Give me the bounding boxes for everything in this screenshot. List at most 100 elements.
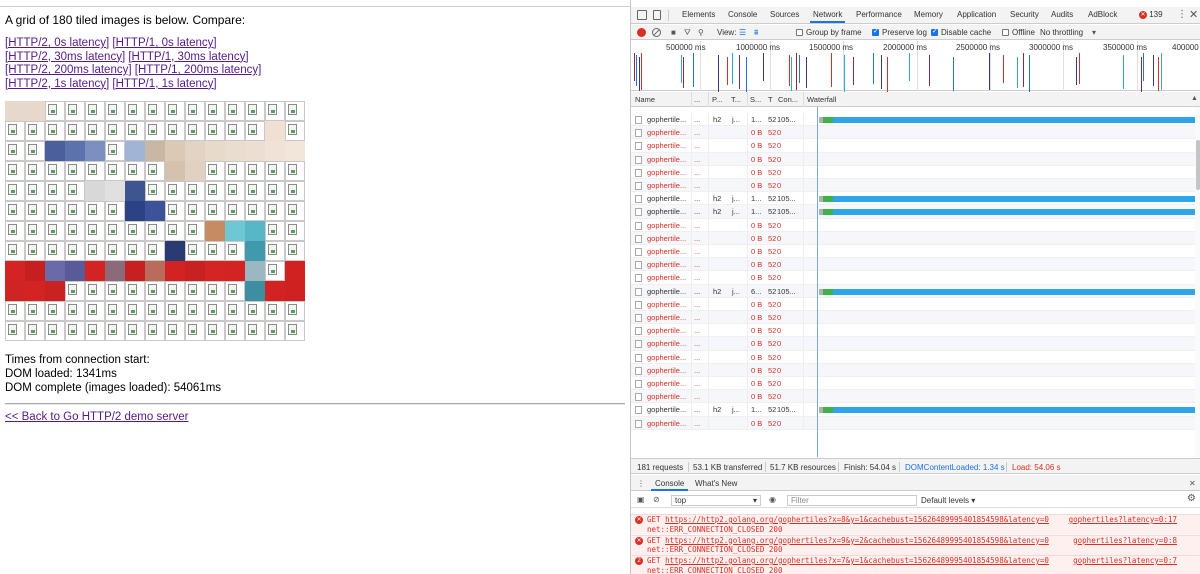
col-size[interactable]: S... bbox=[750, 95, 761, 104]
request-row[interactable]: gophertile...... h2 j... 1... 52 105... bbox=[631, 403, 1196, 417]
source-location-link[interactable]: gophertiles?latency=0:8 bbox=[1073, 536, 1177, 546]
back-to-demo-link[interactable]: << Back to Go HTTP/2 demo server bbox=[5, 411, 188, 423]
tab-console[interactable]: Console bbox=[728, 10, 757, 19]
search-icon[interactable]: ⚲ bbox=[698, 28, 704, 37]
tab-network[interactable]: Network bbox=[809, 10, 846, 23]
request-row[interactable]: gophertile...... h2 j... 1... 52 105... bbox=[631, 113, 1196, 127]
source-location-link[interactable]: gophertiles?latency=0:7 bbox=[1073, 556, 1177, 566]
tab-performance[interactable]: Performance bbox=[856, 10, 902, 19]
request-row[interactable]: gophertile...... 0 B 52 0 bbox=[631, 218, 1196, 232]
close-drawer-icon[interactable]: ✕ bbox=[1189, 479, 1196, 488]
tab-memory[interactable]: Memory bbox=[914, 10, 943, 19]
error-count-badge[interactable]: ✕ 139 bbox=[1139, 10, 1163, 19]
clear-console-icon[interactable]: ⊘ bbox=[653, 495, 660, 504]
drawer-menu-icon[interactable]: ⋮ bbox=[637, 479, 645, 488]
gopher-tile bbox=[85, 181, 105, 201]
preserve-log-checkbox[interactable] bbox=[872, 27, 879, 36]
col-protocol[interactable]: P... bbox=[712, 95, 722, 104]
tab-security[interactable]: Security bbox=[1010, 10, 1039, 19]
broken-image-icon bbox=[228, 184, 237, 195]
request-row[interactable]: gophertile...... 0 B 52 0 bbox=[631, 363, 1196, 377]
request-row[interactable]: gophertile...... 0 B 52 0 bbox=[631, 311, 1196, 325]
context-select[interactable]: top ▾ bbox=[671, 495, 761, 506]
source-location-link[interactable]: gophertiles?latency=0:17 bbox=[1069, 515, 1177, 525]
cell-separator bbox=[803, 165, 804, 179]
col-type[interactable]: T... bbox=[731, 95, 741, 104]
request-url-link[interactable]: https://http2.golang.org/gophertiles?x=7… bbox=[665, 556, 1049, 565]
request-row[interactable]: gophertile...... 0 B 52 0 bbox=[631, 152, 1196, 166]
link-http1-30ms[interactable]: [HTTP/1, 30ms latency] bbox=[128, 51, 248, 63]
request-row[interactable]: gophertile...... 0 B 52 0 bbox=[631, 165, 1196, 179]
network-overview-timeline[interactable]: 500000 ms 1000000 ms 1500000 ms 2000000 ms 2… bbox=[631, 41, 1200, 94]
tab-elements[interactable]: Elements bbox=[682, 10, 715, 19]
request-row[interactable]: gophertile...... 0 B 52 0 bbox=[631, 271, 1196, 285]
request-row[interactable]: gophertile...... 0 B 52 0 bbox=[631, 416, 1196, 430]
cell-separator bbox=[747, 205, 748, 219]
tab-adblock[interactable]: AdBlock bbox=[1088, 10, 1117, 19]
console-error-message[interactable]: ✕ GET https://http2.golang.org/gophertile… bbox=[631, 514, 1200, 534]
clear-icon[interactable] bbox=[652, 28, 661, 37]
cell-separator bbox=[691, 403, 692, 417]
tab-sources[interactable]: Sources bbox=[770, 10, 799, 19]
request-row[interactable]: gophertile...... 0 B 52 0 bbox=[631, 179, 1196, 193]
disable-cache-checkbox[interactable] bbox=[931, 27, 938, 36]
drawer-tab-whats-new[interactable]: What's New bbox=[695, 479, 737, 488]
request-url-link[interactable]: https://http2.golang.org/gophertiles?x=8… bbox=[665, 515, 1049, 524]
col-waterfall[interactable]: Waterfall bbox=[807, 95, 836, 104]
request-row[interactable]: gophertile...... 0 B 52 0 bbox=[631, 350, 1196, 364]
camera-icon[interactable]: ■ bbox=[671, 28, 676, 37]
col-name[interactable]: Name bbox=[635, 95, 655, 104]
request-row[interactable]: gophertile...... 0 B 52 0 bbox=[631, 390, 1196, 404]
request-row[interactable]: gophertile...... 0 B 52 0 bbox=[631, 324, 1196, 338]
large-rows-icon[interactable]: ☰ bbox=[739, 28, 746, 37]
offline-checkbox[interactable] bbox=[1002, 29, 1009, 36]
overview-request-mark bbox=[693, 53, 694, 87]
request-row[interactable]: gophertile...... 0 B 52 0 bbox=[631, 297, 1196, 311]
record-icon[interactable] bbox=[637, 28, 646, 37]
chevron-down-icon[interactable]: ▾ bbox=[1092, 28, 1096, 37]
request-row[interactable]: gophertile...... 0 B 52 0 bbox=[631, 139, 1196, 153]
request-row[interactable]: gophertile...... h2 j... 6... 52 105... bbox=[631, 284, 1196, 298]
tab-audits[interactable]: Audits bbox=[1051, 10, 1073, 19]
request-row[interactable]: gophertile...... h2 j... 1... 52 105... bbox=[631, 205, 1196, 219]
request-list[interactable]: gophertile...... h2 j... 1... 52 105... gopher… bbox=[631, 107, 1196, 457]
more-options-icon[interactable]: ⋮ bbox=[1177, 9, 1187, 20]
close-devtools-icon[interactable]: ✕ bbox=[1189, 8, 1198, 21]
link-http2-0s[interactable]: [HTTP/2, 0s latency] bbox=[5, 37, 109, 49]
request-row[interactable]: gophertile...... 0 B 52 0 bbox=[631, 126, 1196, 140]
request-row[interactable]: gophertile...... 0 B 52 0 bbox=[631, 377, 1196, 391]
log-levels-select[interactable]: Default levels ▾ bbox=[921, 496, 975, 505]
request-url-link[interactable]: https://http2.golang.org/gophertiles?x=9… bbox=[665, 536, 1049, 545]
broken-image-icon bbox=[188, 224, 197, 235]
throttling-select[interactable]: No throttling bbox=[1040, 28, 1083, 37]
filter-icon[interactable]: ⛛ bbox=[684, 28, 691, 38]
col-time[interactable]: T bbox=[768, 95, 773, 104]
col-connection[interactable]: Con... bbox=[778, 95, 798, 104]
link-http1-0s[interactable]: [HTTP/1, 0s latency] bbox=[112, 37, 216, 49]
link-http2-30ms[interactable]: [HTTP/2, 30ms latency] bbox=[5, 51, 125, 63]
request-row[interactable]: gophertile...... h2 j... 1... 52 105... bbox=[631, 192, 1196, 206]
sort-ascending-icon[interactable]: ▲ bbox=[1191, 95, 1198, 102]
gear-icon[interactable]: ⚙ bbox=[1187, 493, 1196, 504]
inspect-element-icon[interactable] bbox=[637, 10, 647, 20]
device-toggle-icon[interactable] bbox=[653, 10, 661, 20]
link-http2-1s[interactable]: [HTTP/2, 1s latency] bbox=[5, 78, 109, 90]
request-row[interactable]: gophertile...... 0 B 52 0 bbox=[631, 337, 1196, 351]
link-http1-200ms[interactable]: [HTTP/1, 200ms latency] bbox=[135, 64, 262, 76]
request-row[interactable]: gophertile...... 0 B 52 0 bbox=[631, 258, 1196, 272]
overview-icon[interactable]: ⩩ bbox=[754, 28, 758, 38]
col-method[interactable]: ... bbox=[694, 95, 700, 104]
console-error-message[interactable]: ✕ GET https://http2.golang.org/gophertile… bbox=[631, 534, 1200, 555]
request-row[interactable]: gophertile...... 0 B 52 0 bbox=[631, 231, 1196, 245]
console-filter-input[interactable]: Filter bbox=[787, 495, 917, 506]
link-http2-200ms[interactable]: [HTTP/2, 200ms latency] bbox=[5, 64, 132, 76]
link-http1-1s[interactable]: [HTTP/1, 1s latency] bbox=[112, 78, 216, 90]
eye-icon[interactable]: ◉ bbox=[769, 495, 776, 504]
group-by-frame-checkbox[interactable] bbox=[796, 29, 803, 36]
request-row[interactable]: gophertile...... 0 B 52 0 bbox=[631, 245, 1196, 259]
request-list-scrollbar[interactable] bbox=[1196, 140, 1200, 190]
tab-application[interactable]: Application bbox=[957, 10, 996, 19]
console-error-message[interactable]: 2 GET https://http2.golang.org/gophertile… bbox=[631, 555, 1200, 574]
sidebar-toggle-icon[interactable]: ▣ bbox=[637, 495, 645, 504]
drawer-tab-console[interactable]: Console bbox=[650, 479, 689, 491]
